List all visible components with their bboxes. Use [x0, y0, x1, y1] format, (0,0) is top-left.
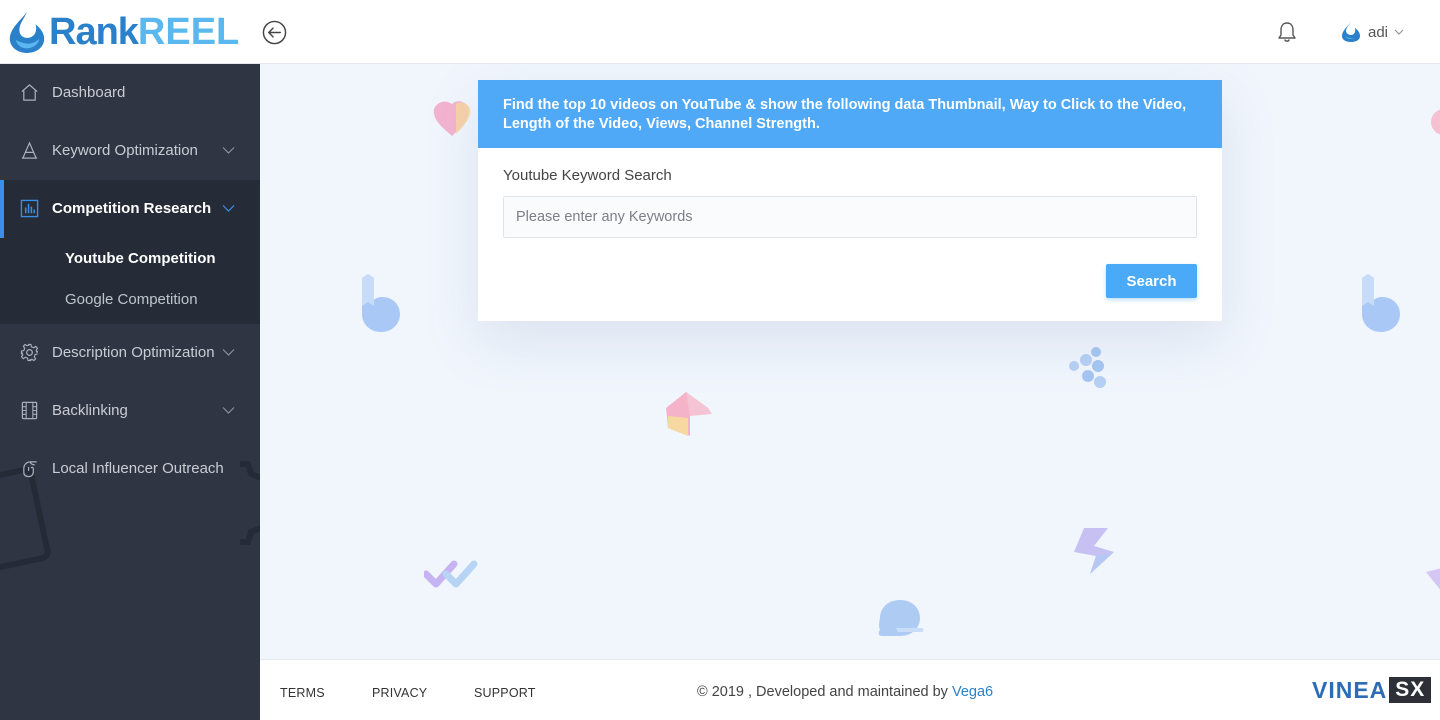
vineasx-logo-text: VINEA: [1312, 676, 1388, 703]
copyright-label: © 2019 , Developed and maintained by: [697, 684, 952, 700]
sidebar: Dashboard Keyword Optimization Competiti…: [0, 64, 260, 720]
logo-text-rank: Rank: [49, 11, 139, 53]
lightning-decoration: [1074, 528, 1114, 574]
user-name: adi: [1368, 23, 1389, 41]
vineasx-logo-box: SX: [1389, 677, 1432, 703]
vineasx-logo[interactable]: VINEA SX: [1312, 676, 1432, 704]
footer-privacy-link[interactable]: PRIVACY: [372, 686, 427, 700]
sidebar-item-label: Keyword Optimization: [52, 142, 198, 159]
pink-edge-decoration: [1431, 109, 1440, 135]
youtube-search-card: Find the top 10 videos on YouTube & show…: [478, 80, 1222, 321]
sidebar-item-description-optimization[interactable]: Description Optimization: [0, 324, 260, 382]
chat-bubble-decoration: [878, 600, 924, 636]
footer-terms-link[interactable]: TERMS: [280, 686, 325, 700]
sidebar-subitem-google-competition[interactable]: Google Competition: [0, 279, 260, 320]
chevron-down-icon: [222, 147, 235, 154]
sidebar-item-backlinking[interactable]: Backlinking: [0, 382, 260, 440]
chevron-down-icon: [1394, 29, 1404, 35]
main-content: Find the top 10 videos on YouTube & show…: [260, 64, 1440, 659]
logo-text-reel: REEL: [137, 11, 240, 53]
home-icon: [21, 84, 38, 101]
card-description: Find the top 10 videos on YouTube & show…: [478, 80, 1222, 148]
sidebar-item-dashboard[interactable]: Dashboard: [0, 64, 260, 122]
rankreel-logo[interactable]: RankREEL: [6, 8, 239, 56]
button-row: Search: [503, 264, 1197, 298]
sidebar-item-label: Description Optimization: [52, 344, 215, 361]
pointer-hand-icon: [23, 461, 37, 478]
competition-research-submenu: Youtube Competition Google Competition: [0, 238, 260, 324]
chevron-down-icon: [222, 349, 235, 356]
film-icon: [21, 401, 38, 420]
sidebar-item-local-influencer-outreach[interactable]: Local Influencer Outreach: [0, 440, 260, 498]
blue-b-shape-decoration: [362, 274, 400, 332]
card-body: Youtube Keyword Search Search: [478, 148, 1222, 298]
bar-chart-icon: [20, 199, 39, 218]
gear-icon: [20, 343, 39, 362]
purple-checkmark-decoration: [424, 560, 478, 588]
back-arrow-icon[interactable]: [262, 20, 287, 45]
logo-drop-icon: [9, 11, 45, 54]
chevron-down-icon: [222, 205, 235, 212]
sidebar-item-label: Dashboard: [52, 84, 126, 101]
user-avatar-icon: [1342, 22, 1360, 42]
top-header: RankREEL adi: [0, 0, 1440, 64]
sidebar-item-competition-research[interactable]: Competition Research: [0, 180, 260, 238]
search-button[interactable]: Search: [1106, 264, 1197, 298]
footer-support-link[interactable]: SUPPORT: [474, 686, 536, 700]
logo-text: RankREEL: [49, 13, 239, 51]
blue-drops-decoration: [1069, 347, 1106, 388]
sidebar-item-label: Competition Research: [52, 200, 212, 217]
vega6-link[interactable]: Vega6: [952, 684, 993, 700]
pink-heart-decoration: [433, 101, 471, 136]
pink-stack-decoration: [666, 392, 712, 436]
keyword-search-input[interactable]: [503, 196, 1197, 238]
user-menu[interactable]: adi: [1340, 20, 1404, 44]
chevron-down-icon: [222, 407, 235, 414]
sidebar-item-label: Backlinking: [52, 402, 128, 419]
footer: TERMS PRIVACY SUPPORT © 2019 , Developed…: [260, 659, 1440, 720]
sidebar-item-keyword-optimization[interactable]: Keyword Optimization: [0, 122, 260, 180]
purple-edge-decoration: [1426, 568, 1440, 590]
bell-icon[interactable]: [1277, 21, 1297, 43]
blue-b-shape-decoration: [1362, 274, 1400, 332]
sidebar-item-label: Local Influencer Outreach: [52, 460, 224, 477]
sidebar-subitem-youtube-competition[interactable]: Youtube Competition: [0, 238, 260, 279]
keyword-search-label: Youtube Keyword Search: [503, 167, 672, 184]
copyright-text: © 2019 , Developed and maintained by Veg…: [697, 684, 993, 700]
text-a-icon: [21, 141, 38, 159]
